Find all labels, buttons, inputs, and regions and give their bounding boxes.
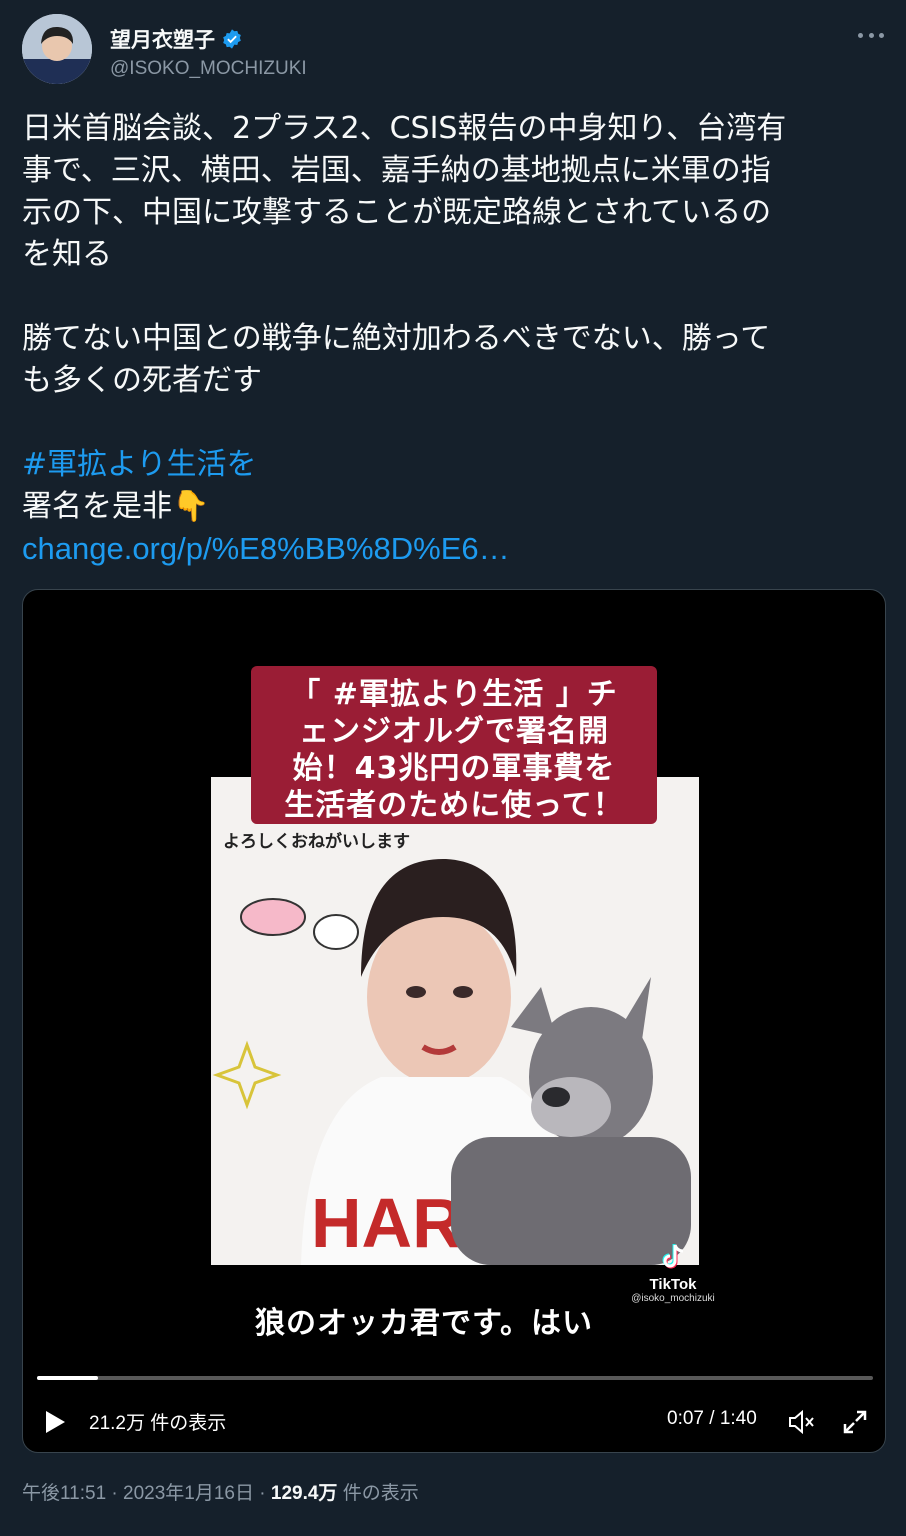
tweet-meta: 午後11:51 · 2023年1月16日 · 129.4万 件の表示: [22, 1478, 419, 1505]
video-subtitle: 狼のオッカ君です。はい: [255, 1306, 593, 1341]
tweet-line: 勝てない中国との戦争に絶対加わるべきでない、勝って: [22, 321, 771, 356]
play-icon[interactable]: [43, 1409, 67, 1435]
video-frame: HARD よろしくおねがいします: [211, 777, 699, 1265]
tweet-body: 日米首脳会談、2プラス2、CSIS報告の中身知り、台湾有 事で、三沢、横田、岩国…: [22, 108, 884, 570]
caption-line: 生活者のために使って！: [284, 788, 624, 823]
tweet-header: 望月衣塑子 @ISOKO_MOCHIZUKI: [22, 14, 884, 84]
tiktok-name: TikTok: [649, 1276, 697, 1293]
tiktok-handle: @isoko_mochizuki: [631, 1293, 715, 1304]
more-options-icon[interactable]: [858, 22, 884, 48]
post-timestamp[interactable]: 午後11:51 · 2023年1月16日 ·: [22, 1483, 271, 1504]
change-org-link[interactable]: change.org/p/%E8%BB%8D%E6…: [22, 528, 884, 570]
tweet-line: も多くの死者だす: [22, 363, 262, 398]
video-controls: 21.2万 件の表示 0:07 / 1:40: [23, 1402, 885, 1442]
caption-line: 「 #軍拡より生活 」チ: [290, 677, 618, 712]
tiktok-logo-icon: [662, 1244, 684, 1269]
video-progress-bar[interactable]: [37, 1376, 873, 1380]
tweet-line: 日米首脳会談、2プラス2、CSIS報告の中身知り、台湾有: [22, 111, 787, 146]
view-suffix: 件の表示: [337, 1483, 419, 1504]
video-player[interactable]: HARD よろしくおねがいします 「 #軍拡より生活 」チ ェンジオルグで署名開…: [22, 589, 886, 1453]
caption-line: ェンジオルグで署名開: [299, 714, 609, 749]
tiktok-watermark: TikTok @isoko_mochizuki: [623, 1242, 723, 1304]
tweet-line: 事で、三沢、横田、岩国、嘉手納の基地拠点に米軍の指: [22, 153, 771, 188]
fullscreen-icon[interactable]: [841, 1408, 869, 1436]
author-name[interactable]: 望月衣塑子: [110, 24, 215, 54]
sticker-text: よろしくおねがいします: [223, 832, 410, 852]
caption-line: 始！43兆円の軍事費を: [292, 751, 616, 786]
video-time: 0:07 / 1:40: [667, 1408, 757, 1429]
tweet-line: 示の下、中国に攻撃することが既定路線とされているの: [22, 195, 772, 230]
video-view-count: 21.2万 件の表示: [89, 1413, 227, 1434]
volume-muted-icon[interactable]: [787, 1408, 815, 1436]
view-count: 129.4万: [270, 1483, 338, 1504]
avatar[interactable]: [22, 14, 92, 84]
video-caption-box: 「 #軍拡より生活 」チ ェンジオルグで署名開 始！43兆円の軍事費を 生活者の…: [251, 666, 657, 824]
verified-badge-icon: [223, 29, 241, 49]
video-progress-fill: [37, 1376, 99, 1380]
hashtag-link[interactable]: #軍拡より生活を: [22, 444, 884, 486]
tweet-line: を知る: [22, 237, 112, 272]
author-handle[interactable]: @ISOKO_MOCHIZUKI: [110, 58, 307, 80]
sign-prompt: 署名を是非👇: [22, 489, 210, 524]
